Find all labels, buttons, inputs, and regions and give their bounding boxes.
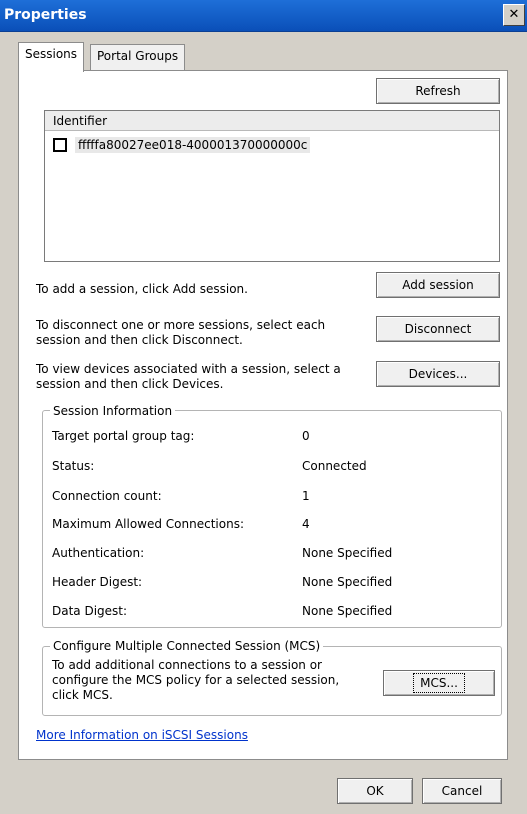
mcs-button-label: MCS... xyxy=(413,673,465,693)
session-identifier: fffffa80027ee018-400001370000000c xyxy=(75,137,311,153)
ok-button-label: OK xyxy=(366,784,384,798)
max-connections-value: 4 xyxy=(302,517,310,531)
target-portal-group-tag-label: Target portal group tag: xyxy=(52,429,195,443)
column-header-identifier[interactable]: Identifier xyxy=(45,111,499,131)
add-session-instructions: To add a session, click Add session. xyxy=(36,282,248,296)
header-digest-label: Header Digest: xyxy=(52,575,143,589)
disconnect-instructions: To disconnect one or more sessions, sele… xyxy=(36,318,326,347)
session-checkbox[interactable] xyxy=(53,138,67,152)
column-header-label: Identifier xyxy=(53,114,108,128)
list-item[interactable]: fffffa80027ee018-400001370000000c xyxy=(53,135,311,155)
add-session-button[interactable]: Add session xyxy=(376,272,500,298)
data-digest-value: None Specified xyxy=(302,604,393,618)
max-connections-label: Maximum Allowed Connections: xyxy=(52,517,244,531)
sessions-list[interactable]: Identifier fffffa80027ee018-400001370000… xyxy=(44,110,500,262)
window-title: Properties xyxy=(4,7,87,23)
tab-sessions-label: Sessions xyxy=(25,47,78,61)
session-information-legend: Session Information xyxy=(50,404,176,418)
close-icon: ✕ xyxy=(508,7,520,22)
more-info-link[interactable]: More Information on iSCSI Sessions xyxy=(36,728,248,742)
connection-count-label: Connection count: xyxy=(52,489,162,503)
refresh-button-label: Refresh xyxy=(415,84,461,98)
mcs-button[interactable]: MCS... xyxy=(383,670,495,696)
ok-button[interactable]: OK xyxy=(337,778,413,804)
devices-button[interactable]: Devices... xyxy=(376,361,500,387)
mcs-instructions: To add additional connections to a sessi… xyxy=(52,658,340,702)
data-digest-label: Data Digest: xyxy=(52,604,128,618)
target-portal-group-tag-value: 0 xyxy=(302,429,310,443)
tab-portal-groups-label: Portal Groups xyxy=(97,49,179,63)
authentication-value: None Specified xyxy=(302,546,393,560)
disconnect-button-label: Disconnect xyxy=(404,322,472,336)
cancel-button[interactable]: Cancel xyxy=(422,778,502,804)
disconnect-button[interactable]: Disconnect xyxy=(376,316,500,342)
refresh-button[interactable]: Refresh xyxy=(376,78,500,104)
tab-sessions[interactable]: Sessions xyxy=(18,42,85,72)
status-label: Status: xyxy=(52,459,95,473)
title-bar: Properties ✕ xyxy=(0,0,527,32)
add-session-button-label: Add session xyxy=(402,278,474,292)
status-value: Connected xyxy=(302,459,367,473)
mcs-legend: Configure Multiple Connected Session (MC… xyxy=(50,639,324,653)
devices-instructions: To view devices associated with a sessio… xyxy=(36,362,341,391)
connection-count-value: 1 xyxy=(302,489,310,503)
close-button[interactable]: ✕ xyxy=(503,4,525,26)
devices-button-label: Devices... xyxy=(408,367,468,381)
tab-portal-groups[interactable]: Portal Groups xyxy=(90,44,186,70)
cancel-button-label: Cancel xyxy=(441,784,483,798)
authentication-label: Authentication: xyxy=(52,546,145,560)
header-digest-value: None Specified xyxy=(302,575,393,589)
